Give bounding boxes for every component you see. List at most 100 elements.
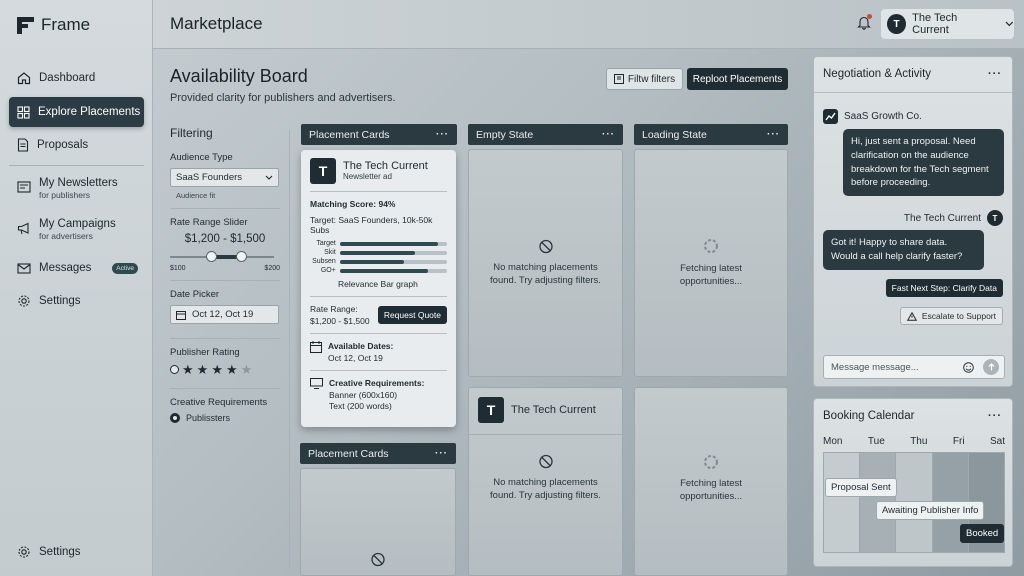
matching-score: Matching Score: 94% <box>310 199 396 209</box>
sidebar-item-explore-placements[interactable]: Explore Placements <box>9 97 144 127</box>
filters-button[interactable]: Filtw filters <box>606 68 683 90</box>
star-icon[interactable]: ★ <box>211 363 223 376</box>
booked-event[interactable]: Booked <box>960 524 1005 543</box>
negotiation-panel: Negotiation & Activity ··· SaaS Growth C… <box>813 56 1013 387</box>
relevance-bar-row: Skit <box>310 248 447 257</box>
message-placeholder: Message message... <box>831 361 919 373</box>
filter-divider <box>170 338 280 339</box>
sidebar-item-messages[interactable]: Messages Active <box>9 253 144 283</box>
star-icon[interactable]: ★ <box>226 363 238 376</box>
more-icon[interactable]: ··· <box>436 129 449 140</box>
rating-clear-radio[interactable] <box>170 365 179 374</box>
no-results-icon <box>538 454 553 469</box>
star-icon[interactable]: ★ <box>182 363 194 376</box>
warning-icon <box>906 311 917 321</box>
rate-range-label: Rate Range Slider <box>170 217 248 228</box>
sidebar-item-settings[interactable]: Settings <box>9 286 144 316</box>
star-icon[interactable]: ★ <box>197 363 209 376</box>
date-picker-label: Date Picker <box>170 289 220 300</box>
sidebar-item-dashboard[interactable]: Dashboard <box>9 63 144 93</box>
sidebar-footer-settings[interactable]: Settings <box>9 537 144 567</box>
app-logo[interactable]: Frame <box>17 15 90 35</box>
column-title: Loading State <box>642 128 707 141</box>
card-publisher-name: The Tech Current <box>343 160 428 172</box>
sidebar-item-text: My Campaigns for advertisers <box>39 218 116 241</box>
sidebar-item-proposals[interactable]: Proposals <box>9 130 144 160</box>
creative-requirements-row: Creative Requirements: Banner (600x160) … <box>310 378 447 411</box>
escalate-support-button[interactable]: Escalate to Support <box>899 307 1003 325</box>
publisher-name: The Tech Current <box>511 404 596 416</box>
slider-max-label: $200 <box>264 265 280 272</box>
slider-min-handle[interactable] <box>206 251 217 262</box>
sidebar-item-label: My Campaigns <box>39 218 116 230</box>
relevance-bar-label: GO+ <box>320 267 336 274</box>
filter-divider <box>170 280 280 281</box>
empty-state-header[interactable]: Empty State ··· <box>468 124 623 145</box>
frame-logo-icon <box>17 16 34 34</box>
calendar-day-headers: Mon Tue Thu Fri Sat <box>823 436 1005 447</box>
sidebar-item-sublabel: for advertisers <box>39 231 93 241</box>
next-step-chip[interactable]: Fast Next Step: Clarify Data <box>885 279 1003 297</box>
grid-icon <box>17 105 30 119</box>
sidebar-item-my-campaigns[interactable]: My Campaigns for advertisers <box>9 214 144 248</box>
audience-type-select[interactable]: SaaS Founders <box>170 168 279 187</box>
avatar: T <box>887 14 907 34</box>
card-divider <box>310 191 447 192</box>
placement-cards-header[interactable]: Placement Cards ··· <box>301 124 457 145</box>
filters-button-label: Filtw filters <box>627 73 676 85</box>
relevance-bar-track <box>339 250 447 255</box>
radio-button[interactable] <box>170 413 180 423</box>
outgoing-message: Got it! Happy to share data. Would a cal… <box>823 230 984 270</box>
more-icon[interactable]: ··· <box>602 129 615 140</box>
relevance-bar-row: Subsen <box>310 257 447 266</box>
sidebar-item-label: Settings <box>39 295 81 307</box>
more-icon[interactable]: ··· <box>435 448 448 459</box>
slider-max-handle[interactable] <box>236 251 247 262</box>
proposal-sent-event[interactable]: Proposal Sent <box>825 478 897 497</box>
emoji-icon[interactable] <box>963 362 974 373</box>
star-icon[interactable]: ★ <box>241 363 253 376</box>
relevance-bar-row: Target <box>310 239 447 248</box>
loading-state-message: Fetching latest opportunities... <box>635 263 787 289</box>
placement-card[interactable]: T The Tech Current Newsletter ad Matchin… <box>301 150 456 427</box>
empty-line-2: found. Try adjusting filters. <box>490 274 601 286</box>
loading-state-header[interactable]: Loading State ··· <box>634 124 788 145</box>
publisher-rating-stars[interactable]: ★ ★ ★ ★ ★ <box>170 363 280 376</box>
user-menu[interactable]: T The Tech Current <box>881 9 1014 39</box>
empty-line-1: No matching placements <box>493 477 598 488</box>
calendar-icon <box>310 341 322 353</box>
bar-graph-caption: Relevance Bar graph <box>338 279 418 289</box>
board-subtitle: Provided clarity for publishers and adve… <box>170 92 396 104</box>
send-arrow-icon <box>988 363 994 371</box>
awaiting-info-event[interactable]: Awaiting Publisher Info <box>876 501 985 520</box>
publisher-logo: T <box>310 158 336 184</box>
relevance-bar-label: Skit <box>324 249 336 256</box>
placement-cards-header-2[interactable]: Placement Cards ··· <box>300 443 456 464</box>
send-button[interactable] <box>983 359 999 375</box>
more-icon[interactable]: ··· <box>767 129 780 140</box>
card-divider <box>310 333 447 334</box>
filter-divider <box>170 208 280 209</box>
column-title: Placement Cards <box>309 128 390 141</box>
more-icon[interactable]: ··· <box>988 410 1002 422</box>
more-icon[interactable]: ··· <box>988 68 1002 80</box>
column-title: Empty State <box>476 128 534 141</box>
rate-range-slider[interactable] <box>170 251 274 263</box>
main-content: Availability Board Provided clarity for … <box>153 50 802 576</box>
date-picker-input[interactable]: Oct 12, Oct 19 <box>170 305 279 324</box>
sidebar-item-label: My Newsletters <box>39 177 118 189</box>
available-dates-row: Available Dates: Oct 12, Oct 19 <box>310 341 447 363</box>
panel-divider <box>469 434 622 435</box>
placement-cards-panel-2 <box>300 468 456 576</box>
relevance-bar-track <box>339 259 447 264</box>
incoming-message: Hi, just sent a proposal. Need clarifica… <box>843 129 1004 197</box>
chart-logo-icon <box>823 109 838 124</box>
audience-type-value: SaaS Founders <box>176 172 243 183</box>
filter-divider <box>170 388 280 389</box>
sidebar-item-my-newsletters[interactable]: My Newsletters for publishers <box>9 173 144 207</box>
request-quote-button[interactable]: Request Quote <box>377 306 447 324</box>
creative-option[interactable]: Publissters <box>170 413 280 423</box>
message-input[interactable]: Message message... <box>823 355 1005 379</box>
reload-placements-button[interactable]: Reploot Placements <box>687 68 788 90</box>
calendar-cell[interactable] <box>824 453 861 552</box>
